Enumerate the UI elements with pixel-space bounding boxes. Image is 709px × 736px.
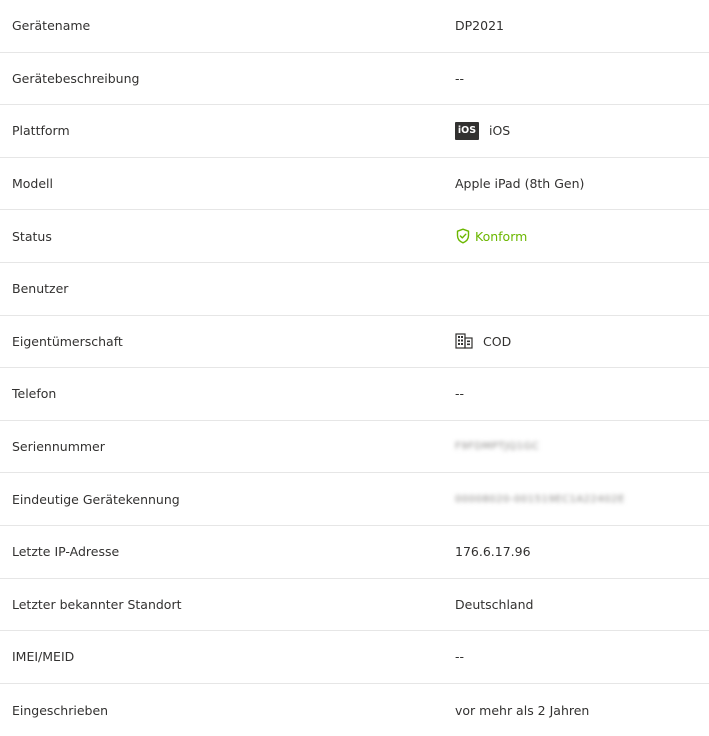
property-label: Seriennummer xyxy=(12,439,105,455)
property-value: vor mehr als 2 Jahren xyxy=(455,702,590,718)
property-row-user: Benutzer xyxy=(0,263,709,316)
property-row-status: Status Konform xyxy=(0,210,709,263)
property-label: Plattform xyxy=(12,123,70,139)
property-row-last-location: Letzter bekannter Standort Deutschland xyxy=(0,579,709,632)
property-value: Deutschland xyxy=(455,596,534,612)
property-value-container: Konform xyxy=(455,210,527,262)
property-row-device-description: Gerätebeschreibung -- xyxy=(0,53,709,106)
ios-badge-icon: iOS xyxy=(455,121,479,140)
redacted-serial-number: F9FDMPTJQ1GC xyxy=(455,441,540,453)
property-row-platform: Plattform iOS iOS xyxy=(0,105,709,158)
property-label: Benutzer xyxy=(12,281,69,297)
property-label: Eigentümerschaft xyxy=(12,333,123,349)
property-label: IMEI/MEID xyxy=(12,649,75,665)
property-label: Gerätebeschreibung xyxy=(12,70,140,86)
status-badge: Konform xyxy=(455,228,527,244)
property-label: Modell xyxy=(12,176,54,192)
property-value-container: COD xyxy=(455,316,511,368)
property-row-imei: IMEI/MEID -- xyxy=(0,631,709,684)
property-value: -- xyxy=(455,649,465,665)
property-row-enrolled: Eingeschrieben vor mehr als 2 Jahren xyxy=(0,684,709,736)
property-value: COD xyxy=(483,333,512,349)
property-label: Gerätename xyxy=(12,18,91,34)
building-icon xyxy=(455,333,473,349)
property-value: Apple iPad (8th Gen) xyxy=(455,176,585,192)
property-value: -- xyxy=(455,386,465,402)
property-label: Letzter bekannter Standort xyxy=(12,596,182,612)
property-value: 176.6.17.96 xyxy=(455,544,531,560)
property-label: Letzte IP-Adresse xyxy=(12,544,120,560)
property-row-ownership: Eigentümerschaft COD xyxy=(0,316,709,369)
property-value-container: F9FDMPTJQ1GC xyxy=(455,421,539,473)
property-row-serial-number: Seriennummer F9FDMPTJQ1GC xyxy=(0,421,709,474)
redacted-udid: 00008020-001519EC1A22402E xyxy=(455,493,625,505)
shield-check-icon xyxy=(456,228,470,244)
property-value: DP2021 xyxy=(455,18,504,34)
property-label: Eingeschrieben xyxy=(12,702,109,718)
property-label: Telefon xyxy=(12,386,57,402)
property-label: Eindeutige Gerätekennung xyxy=(12,491,180,507)
property-row-device-name: Gerätename DP2021 xyxy=(0,0,709,53)
property-value-container: 00008020-001519EC1A22402E xyxy=(455,473,625,525)
device-properties-list: Gerätename DP2021 Gerätebeschreibung -- … xyxy=(0,0,709,736)
property-value: iOS xyxy=(489,123,511,139)
property-row-model: Modell Apple iPad (8th Gen) xyxy=(0,158,709,211)
property-value-container: iOS iOS xyxy=(455,105,510,157)
property-row-last-ip: Letzte IP-Adresse 176.6.17.96 xyxy=(0,526,709,579)
property-value: -- xyxy=(455,70,465,86)
status-value: Konform xyxy=(475,228,528,244)
property-label: Status xyxy=(12,228,52,244)
property-row-udid: Eindeutige Gerätekennung 00008020-001519… xyxy=(0,473,709,526)
property-row-phone: Telefon -- xyxy=(0,368,709,421)
